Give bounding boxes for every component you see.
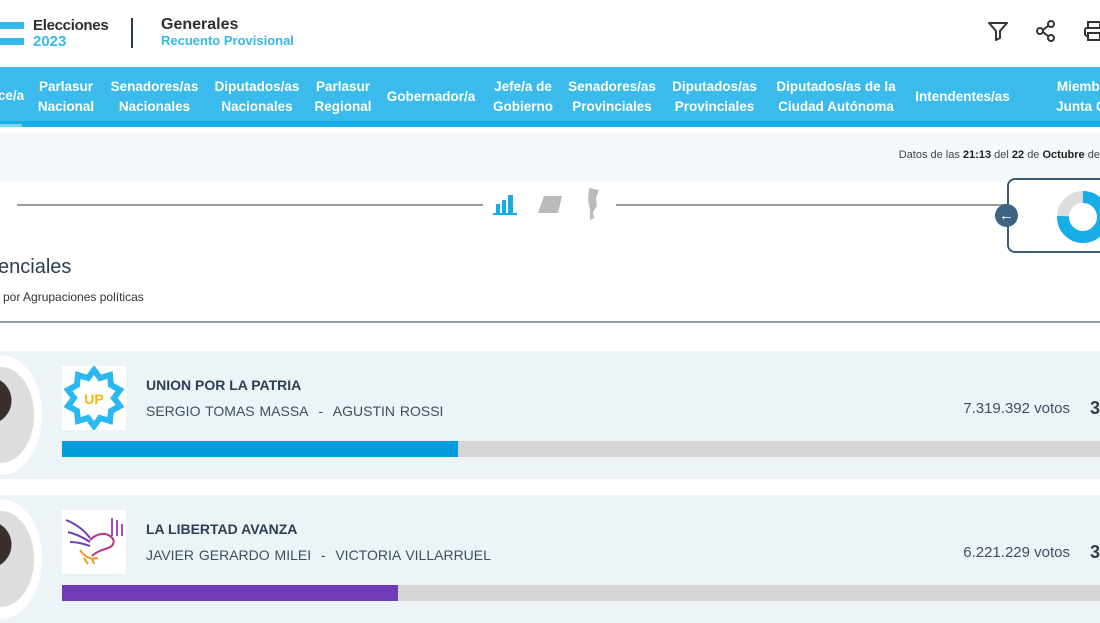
party-logo: UP xyxy=(62,365,126,431)
logo-title: Elecciones xyxy=(33,17,109,34)
tab-diputados-as-de-la-ciudad-aut-noma[interactable]: Diputados/as de la Ciudad Autónoma xyxy=(770,67,902,127)
vote-bar-fill xyxy=(62,441,458,457)
tab-label: Jefe/a de Gobierno xyxy=(493,79,553,114)
participation-donut xyxy=(1057,191,1100,243)
tab-label: MiembroJunta Co xyxy=(1056,79,1100,114)
tab-jefe-a-de-gobierno[interactable]: Jefe/a de Gobierno xyxy=(488,67,558,127)
vote-bar xyxy=(62,441,1100,457)
section-subtitle: por Agrupaciones políticas xyxy=(3,290,144,304)
tab-label: Senadores/as Nacionales xyxy=(110,79,199,114)
summary-donut-panel[interactable] xyxy=(1007,178,1100,253)
svg-text:UP: UP xyxy=(84,391,103,407)
argentina-map-icon[interactable] xyxy=(583,186,603,222)
result-row[interactable]: LA LIBERTAD AVANZA JAVIER GERARDO MILEI … xyxy=(0,495,1100,623)
divider-line xyxy=(17,204,483,206)
election-category-nav: ce/a Parlasur Nacional Senadores/as Nacional… xyxy=(0,67,1100,127)
vote-bar-fill xyxy=(62,585,399,601)
tab-senadores-as-provinciales[interactable]: Senadores/as Provinciales xyxy=(563,67,661,127)
candidates: JAVIER GERARDO MILEI - VICTORIA VILLARRU… xyxy=(146,547,491,563)
candidates: SERGIO TOMAS MASSA - AGUSTIN ROSSI xyxy=(146,403,444,419)
back-arrow-button[interactable]: ← xyxy=(995,204,1018,227)
tab-diputados-as-provinciales[interactable]: Diputados/as Provinciales xyxy=(667,67,762,127)
divider-line xyxy=(616,204,1006,206)
tab-parlasur-regional[interactable]: Parlasur Regional xyxy=(309,67,377,127)
bar-chart-icon[interactable] xyxy=(492,192,520,216)
timestamp-prefix: Datos de las xyxy=(898,149,960,161)
logo-year: 2023 xyxy=(33,33,67,50)
tab-intendentes-as[interactable]: Intendentes/as xyxy=(910,67,1015,127)
vote-count: 6.221.229 votos xyxy=(963,544,1070,561)
vote-count: 7.319.392 votos xyxy=(963,400,1070,417)
timestamp-de: de xyxy=(1027,149,1040,161)
tab-label: Parlasur Regional xyxy=(314,79,372,114)
header: Elecciones 2023 Generales Recuento Provi… xyxy=(0,0,1100,67)
candidate-avatar xyxy=(0,499,42,619)
logo-flag xyxy=(0,38,24,45)
tab-label: Parlasur Nacional xyxy=(37,79,95,114)
ballot-box-icon[interactable] xyxy=(536,192,566,216)
section-title: enciales xyxy=(0,256,72,278)
tab-label: Diputados/as Nacionales xyxy=(214,79,300,114)
party-name: UNION POR LA PATRIA xyxy=(146,377,302,393)
count-type: Recuento Provisional xyxy=(161,33,294,48)
timestamp-day: 22 xyxy=(1011,149,1025,161)
tab-label: ce/a xyxy=(0,87,25,103)
tab-parlasur-nacional[interactable]: Parlasur Nacional xyxy=(30,67,102,127)
data-timestamp: Datos de las 21:13 del 22 de Octubre de xyxy=(899,149,1100,161)
tab-label: Senadores/as Provinciales xyxy=(568,79,656,114)
divider xyxy=(131,18,133,48)
tab-diputados-as-nacionales[interactable]: Diputados/as Nacionales xyxy=(208,67,306,127)
tab-label: Diputados/as Provinciales xyxy=(672,79,757,114)
tab-label: Intendentes/as xyxy=(915,89,1010,104)
timestamp-month: Octubre xyxy=(1042,149,1085,161)
tab-senadores-as-nacionales[interactable]: Senadores/as Nacionales xyxy=(107,67,202,127)
result-row[interactable]: UP UNION POR LA PATRIA SERGIO TOMAS MASS… xyxy=(0,351,1100,479)
tab-miembro-junta-co[interactable]: MiembroJunta Co xyxy=(1030,67,1100,127)
tab-ce-a[interactable]: ce/a xyxy=(0,67,25,127)
candidate-avatar xyxy=(0,355,42,475)
vote-percent: 3 xyxy=(1090,542,1100,562)
election-type: Generales xyxy=(161,16,239,33)
logo-flag xyxy=(0,22,24,29)
share-icon[interactable] xyxy=(1035,20,1057,42)
tab-label: Diputados/as de la Ciudad Autónoma xyxy=(776,79,896,114)
timestamp-suffix: de xyxy=(1087,149,1100,161)
print-icon[interactable] xyxy=(1083,20,1100,42)
timestamp-time: 21:13 xyxy=(962,149,992,161)
vote-percent: 3 xyxy=(1090,398,1100,418)
party-name: LA LIBERTAD AVANZA xyxy=(146,521,298,537)
tab-gobernador-a[interactable]: Gobernador/a xyxy=(383,67,479,127)
section-divider xyxy=(0,321,1100,323)
vote-bar xyxy=(62,585,1100,601)
tab-label: Gobernador/a xyxy=(386,89,476,104)
party-logo xyxy=(62,510,126,574)
filter-icon[interactable] xyxy=(987,20,1009,42)
timestamp-del: del xyxy=(994,149,1009,161)
